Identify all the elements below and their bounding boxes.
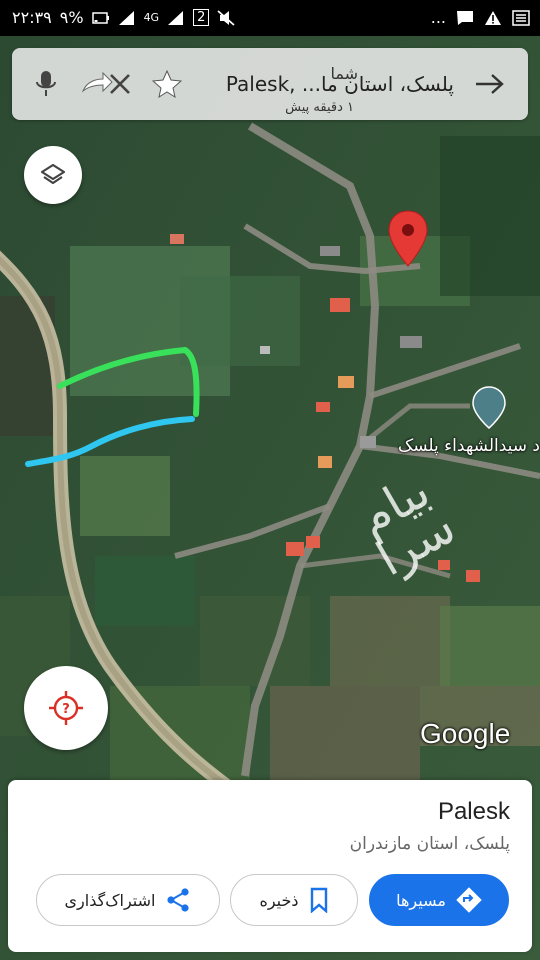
place-subtitle: پلسک، استان مازندران <box>349 834 510 854</box>
directions-button[interactable]: مسیرها <box>369 874 509 926</box>
svg-text:?: ? <box>62 702 70 717</box>
signal-icon <box>168 10 184 25</box>
search-text[interactable]: Palesk, ...پلسک، استان ما شما ۱ دقیقه پی… <box>174 62 454 115</box>
status-right: ... <box>431 8 530 27</box>
share-button[interactable]: اشتراک‌گذاری <box>36 874 220 926</box>
google-attribution: Google <box>420 718 511 749</box>
mic-icon <box>36 71 56 96</box>
status-left: ۲۲:۳۹ ۹% 4G 2 <box>12 8 235 27</box>
overlay-time: ۱ دقیقه پیش <box>285 100 354 115</box>
location-pin-icon[interactable] <box>388 210 428 268</box>
mic-button[interactable] <box>26 64 66 104</box>
battery-percent: ۹% <box>59 8 84 27</box>
forward-arrow-icon <box>476 74 504 94</box>
directions-icon <box>456 887 482 913</box>
battery-icon <box>91 11 109 24</box>
save-button[interactable]: ذخیره <box>230 874 358 926</box>
warning-icon <box>485 10 501 25</box>
search-bar[interactable]: Palesk, ...پلسک، استان ما شما ۱ دقیقه پی… <box>12 48 528 120</box>
clock: ۲۲:۳۹ <box>12 8 52 27</box>
chat-icon <box>457 10 473 25</box>
list-icon <box>512 9 530 26</box>
locate-me-button[interactable]: ? <box>24 666 108 750</box>
layers-button[interactable] <box>24 146 82 204</box>
layers-icon <box>40 163 66 185</box>
bookmark-icon <box>310 887 327 913</box>
locate-me-icon: ? <box>49 691 83 725</box>
close-button[interactable] <box>100 64 140 104</box>
close-icon <box>110 74 130 94</box>
status-bar: ۲۲:۳۹ ۹% 4G 2 ... <box>0 0 540 36</box>
network-4g-icon: 4G <box>143 10 160 24</box>
place-sheet[interactable]: Palesk پلسک، استان مازندران مسیرها ذخیره… <box>8 780 532 952</box>
place-title: Palesk <box>437 798 510 825</box>
forward-button[interactable] <box>470 64 510 104</box>
share-label: اشتراک‌گذاری <box>64 890 156 910</box>
mosque-icon[interactable] <box>472 386 506 430</box>
sim2-icon: 2 <box>193 9 210 26</box>
signal-icon <box>118 10 134 25</box>
muted-icon <box>217 9 235 26</box>
directions-label: مسیرها <box>396 890 446 910</box>
share-icon <box>167 888 190 912</box>
more-dots-icon: ... <box>430 8 446 27</box>
save-label: ذخیره <box>259 890 299 910</box>
overlay-sender: شما <box>330 64 358 83</box>
